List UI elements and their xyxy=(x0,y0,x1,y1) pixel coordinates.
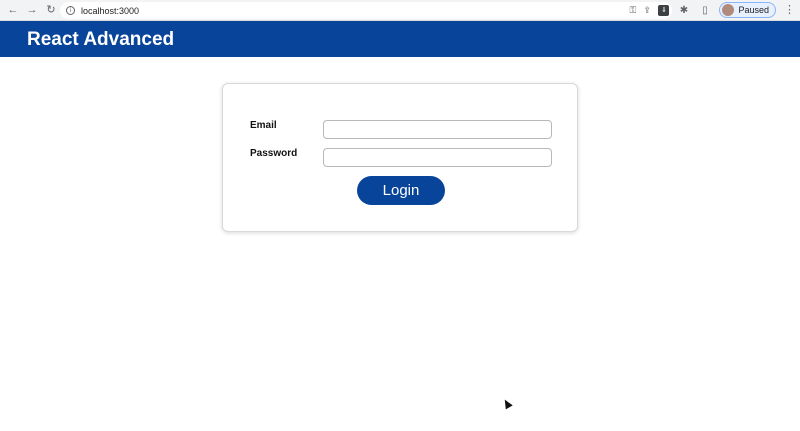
url-text[interactable]: localhost:3000 xyxy=(81,6,139,16)
login-form: Email Password Login xyxy=(222,83,578,232)
avatar xyxy=(722,4,735,16)
app-header: React Advanced xyxy=(0,21,800,57)
profile-button[interactable]: Paused xyxy=(719,2,776,18)
toolbar-actions: ⇓ ✱ ▯ Paused xyxy=(658,2,776,18)
password-field[interactable] xyxy=(323,148,552,167)
address-bar[interactable]: i localhost:3000 ⚿ ⇪ ☆ xyxy=(60,2,672,19)
extension-icon[interactable]: ⇓ xyxy=(658,4,670,16)
profile-status: Paused xyxy=(738,5,769,15)
login-button[interactable]: Login xyxy=(357,176,445,205)
site-info-icon[interactable]: i xyxy=(66,6,75,15)
sidebar-icon[interactable]: ▯ xyxy=(698,4,711,17)
reload-icon[interactable]: ↻ xyxy=(44,3,58,17)
app-title: React Advanced xyxy=(27,29,175,50)
share-icon[interactable]: ⇪ xyxy=(643,4,651,17)
password-label: Password xyxy=(250,148,298,159)
email-label: Email xyxy=(250,120,277,131)
menu-icon[interactable]: ⋮ xyxy=(784,2,795,18)
forward-icon[interactable]: → xyxy=(25,3,39,17)
key-icon[interactable]: ⚿ xyxy=(630,4,637,17)
mouse-cursor-icon xyxy=(501,397,513,410)
browser-toolbar: ← → ↻ i localhost:3000 ⚿ ⇪ ☆ ⇓ ✱ ▯ Pause… xyxy=(0,0,800,21)
email-field[interactable] xyxy=(323,120,552,139)
puzzle-icon[interactable]: ✱ xyxy=(677,4,690,17)
back-icon[interactable]: ← xyxy=(6,3,20,17)
